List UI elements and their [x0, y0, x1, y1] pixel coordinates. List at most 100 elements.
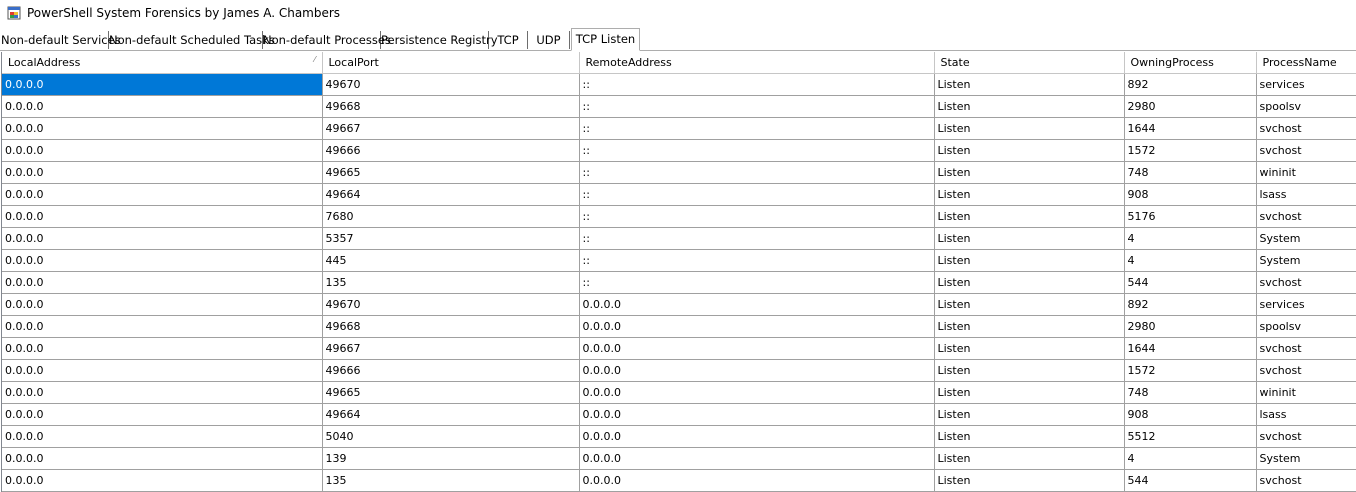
- cell-remote-address[interactable]: ::: [579, 183, 935, 206]
- cell-state[interactable]: Listen: [934, 403, 1125, 426]
- cell-remote-address[interactable]: 0.0.0.0: [579, 293, 935, 316]
- cell-local-address[interactable]: 0.0.0.0: [2, 161, 323, 184]
- cell-local-port[interactable]: 5357: [322, 227, 580, 250]
- cell-process-name[interactable]: svchost: [1256, 139, 1356, 162]
- cell-owning-process[interactable]: 748: [1124, 161, 1257, 184]
- cell-owning-process[interactable]: 2980: [1124, 315, 1257, 338]
- cell-local-port[interactable]: 445: [322, 249, 580, 272]
- cell-local-port[interactable]: 49664: [322, 403, 580, 426]
- cell-remote-address[interactable]: ::: [579, 249, 935, 272]
- column-header-local-address[interactable]: LocalAddress ⁄: [2, 52, 323, 74]
- tab-udp[interactable]: UDP: [528, 31, 570, 49]
- cell-process-name[interactable]: spoolsv: [1256, 315, 1356, 338]
- column-header-process-name[interactable]: ProcessName: [1256, 52, 1356, 74]
- cell-local-port[interactable]: 49666: [322, 359, 580, 382]
- cell-remote-address[interactable]: ::: [579, 161, 935, 184]
- cell-process-name[interactable]: svchost: [1256, 205, 1356, 228]
- column-header-remote-address[interactable]: RemoteAddress: [579, 52, 935, 74]
- cell-process-name[interactable]: svchost: [1256, 469, 1356, 492]
- cell-local-address[interactable]: 0.0.0.0: [2, 359, 323, 382]
- table-row[interactable]: 0.0.0.0 5040 0.0.0.0 Listen 5512 svchost: [2, 425, 1356, 448]
- cell-remote-address[interactable]: 0.0.0.0: [579, 315, 935, 338]
- cell-state[interactable]: Listen: [934, 249, 1125, 272]
- cell-state[interactable]: Listen: [934, 337, 1125, 360]
- cell-state[interactable]: Listen: [934, 161, 1125, 184]
- cell-local-port[interactable]: 7680: [322, 205, 580, 228]
- cell-owning-process[interactable]: 5512: [1124, 425, 1257, 448]
- tab-tcp-listen[interactable]: TCP Listen: [571, 28, 640, 51]
- cell-local-port[interactable]: 49667: [322, 117, 580, 140]
- cell-local-port[interactable]: 49664: [322, 183, 580, 206]
- cell-local-address[interactable]: 0.0.0.0: [2, 293, 323, 316]
- cell-owning-process[interactable]: 5176: [1124, 205, 1257, 228]
- table-row[interactable]: 0.0.0.0 7680:: Listen 5176 svchost: [2, 205, 1356, 228]
- cell-remote-address[interactable]: ::: [579, 139, 935, 162]
- cell-remote-address[interactable]: ::: [579, 95, 935, 118]
- cell-remote-address[interactable]: 0.0.0.0: [579, 447, 935, 470]
- table-row[interactable]: 0.0.0.0 139 0.0.0.0 Listen 4 System: [2, 447, 1356, 470]
- cell-process-name[interactable]: services: [1256, 293, 1356, 316]
- cell-local-port[interactable]: 49670: [322, 293, 580, 316]
- table-row[interactable]: 0.0.0.0 5357:: Listen 4 System: [2, 227, 1356, 250]
- table-row[interactable]: 0.0.0.0 49666:: Listen 1572 svchost: [2, 139, 1356, 162]
- cell-state[interactable]: Listen: [934, 139, 1125, 162]
- table-row[interactable]: 0.0.0.0 135 0.0.0.0 Listen 544 svchost: [2, 469, 1356, 492]
- cell-process-name[interactable]: lsass: [1256, 183, 1356, 206]
- cell-state[interactable]: Listen: [934, 73, 1125, 96]
- cell-local-address[interactable]: 0.0.0.0: [2, 73, 323, 96]
- cell-owning-process[interactable]: 1644: [1124, 117, 1257, 140]
- cell-state[interactable]: Listen: [934, 315, 1125, 338]
- cell-owning-process[interactable]: 908: [1124, 183, 1257, 206]
- cell-state[interactable]: Listen: [934, 271, 1125, 294]
- cell-local-address[interactable]: 0.0.0.0: [2, 403, 323, 426]
- cell-state[interactable]: Listen: [934, 227, 1125, 250]
- cell-local-address[interactable]: 0.0.0.0: [2, 469, 323, 492]
- table-row[interactable]: 0.0.0.0 49670:: Listen 892 services: [2, 73, 1356, 96]
- cell-owning-process[interactable]: 544: [1124, 271, 1257, 294]
- cell-local-port[interactable]: 139: [322, 447, 580, 470]
- cell-state[interactable]: Listen: [934, 469, 1125, 492]
- table-row[interactable]: 0.0.0.0 49667 0.0.0.0 Listen 1644 svchost: [2, 337, 1356, 360]
- cell-owning-process[interactable]: 908: [1124, 403, 1257, 426]
- tab-persistence-registry[interactable]: Persistence Registry: [381, 31, 498, 49]
- cell-local-address[interactable]: 0.0.0.0: [2, 95, 323, 118]
- cell-owning-process[interactable]: 4: [1124, 227, 1257, 250]
- cell-local-port[interactable]: 49667: [322, 337, 580, 360]
- cell-owning-process[interactable]: 1644: [1124, 337, 1257, 360]
- column-header-local-port[interactable]: LocalPort: [322, 52, 580, 74]
- cell-state[interactable]: Listen: [934, 425, 1125, 448]
- cell-state[interactable]: Listen: [934, 117, 1125, 140]
- table-row[interactable]: 0.0.0.0 49670 0.0.0.0 Listen 892 services: [2, 293, 1356, 316]
- table-row[interactable]: 0.0.0.0 49664 0.0.0.0 Listen 908 lsass: [2, 403, 1356, 426]
- cell-local-address[interactable]: 0.0.0.0: [2, 337, 323, 360]
- cell-owning-process[interactable]: 892: [1124, 293, 1257, 316]
- cell-owning-process[interactable]: 748: [1124, 381, 1257, 404]
- table-row[interactable]: 0.0.0.0 445:: Listen 4 System: [2, 249, 1356, 272]
- cell-process-name[interactable]: services: [1256, 73, 1356, 96]
- cell-local-address[interactable]: 0.0.0.0: [2, 183, 323, 206]
- cell-state[interactable]: Listen: [934, 359, 1125, 382]
- cell-state[interactable]: Listen: [934, 205, 1125, 228]
- cell-remote-address[interactable]: 0.0.0.0: [579, 381, 935, 404]
- cell-owning-process[interactable]: 892: [1124, 73, 1257, 96]
- table-row[interactable]: 0.0.0.0 49665 0.0.0.0 Listen 748 wininit: [2, 381, 1356, 404]
- cell-remote-address[interactable]: ::: [579, 205, 935, 228]
- cell-process-name[interactable]: System: [1256, 227, 1356, 250]
- cell-remote-address[interactable]: 0.0.0.0: [579, 337, 935, 360]
- cell-state[interactable]: Listen: [934, 381, 1125, 404]
- cell-process-name[interactable]: svchost: [1256, 359, 1356, 382]
- column-header-state[interactable]: State: [934, 52, 1125, 74]
- cell-state[interactable]: Listen: [934, 183, 1125, 206]
- cell-local-port[interactable]: 5040: [322, 425, 580, 448]
- cell-remote-address[interactable]: 0.0.0.0: [579, 469, 935, 492]
- cell-local-address[interactable]: 0.0.0.0: [2, 117, 323, 140]
- cell-local-port[interactable]: 49665: [322, 161, 580, 184]
- cell-remote-address[interactable]: ::: [579, 271, 935, 294]
- tab-non-default-processes[interactable]: Non-default Processes: [263, 31, 391, 49]
- cell-process-name[interactable]: svchost: [1256, 271, 1356, 294]
- cell-state[interactable]: Listen: [934, 293, 1125, 316]
- cell-remote-address[interactable]: 0.0.0.0: [579, 403, 935, 426]
- cell-remote-address[interactable]: ::: [579, 117, 935, 140]
- cell-owning-process[interactable]: 2980: [1124, 95, 1257, 118]
- cell-local-address[interactable]: 0.0.0.0: [2, 271, 323, 294]
